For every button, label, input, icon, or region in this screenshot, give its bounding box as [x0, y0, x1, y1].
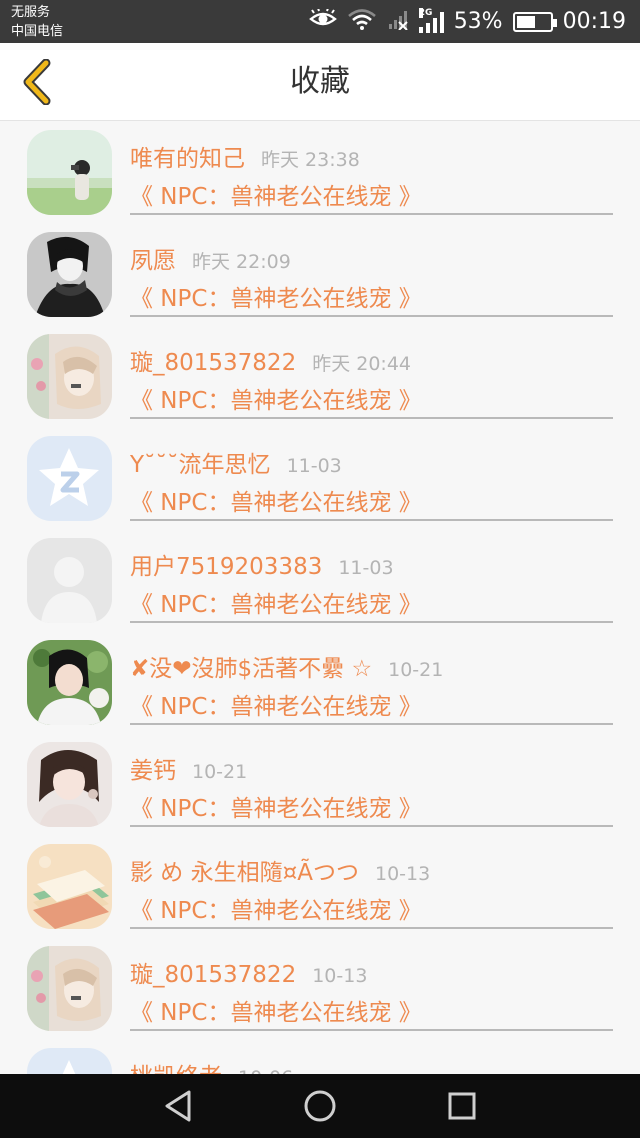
back-button[interactable] — [10, 53, 62, 111]
favorite-meta: 用户7519203383 11-03 — [130, 547, 394, 580]
avatar[interactable] — [27, 538, 112, 623]
avatar[interactable] — [27, 946, 112, 1031]
carrier-name: 中国电信 — [11, 24, 64, 39]
book-title[interactable]: 《 NPC：兽神老公在线宠 》 — [130, 687, 422, 721]
carrier-info: 无服务 中国电信 — [11, 3, 63, 41]
book-title[interactable]: 《 NPC：兽神老公在线宠 》 — [130, 279, 422, 313]
favorites-list: 唯有的知己 昨天 23:38 《 NPC：兽神老公在线宠 》 夙愿 昨天 22:… — [0, 121, 640, 1074]
avatar[interactable] — [27, 742, 112, 827]
user-name[interactable]: 璇_801537822 — [130, 955, 296, 989]
book-title[interactable]: 《 NPC：兽神老公在线宠 》 — [130, 993, 422, 1027]
divider — [130, 825, 613, 827]
favorite-meta: 唯有的知己 昨天 23:38 — [130, 139, 360, 172]
timestamp: 10-06 — [238, 1067, 293, 1074]
timestamp: 10-21 — [192, 761, 248, 783]
book-title[interactable]: 《 NPC：兽神老公在线宠 》 — [130, 177, 422, 211]
avatar[interactable] — [27, 130, 112, 215]
user-name[interactable]: 夙愿 — [130, 241, 176, 275]
timestamp: 11-03 — [286, 455, 342, 477]
favorite-item[interactable]: 唯有的知己 昨天 23:38 《 NPC：兽神老公在线宠 》 — [0, 121, 640, 223]
favorite-meta: 夙愿 昨天 22:09 — [130, 241, 291, 274]
book-title[interactable]: 《 NPC：兽神老公在线宠 》 — [130, 585, 422, 619]
clock: 00:19 — [562, 9, 626, 34]
no-sim-signal-icon — [387, 8, 409, 36]
home-circle-icon — [304, 1090, 336, 1122]
carrier-status: 无服务 — [11, 5, 51, 20]
user-name[interactable]: 用户7519203383 — [130, 547, 322, 581]
timestamp: 昨天 20:44 — [312, 353, 411, 375]
favorite-meta: 姜钙 10-21 — [130, 751, 248, 784]
favorite-meta: 璇_801537822 10-13 — [130, 955, 368, 988]
user-name[interactable]: 桃凯终老 — [130, 1057, 222, 1074]
favorite-item[interactable]: 璇_801537822 10-13 《 NPC：兽神老公在线宠 》 — [0, 937, 640, 1039]
favorite-meta: 影 め 永生相隨¤Ãつつ 10-13 — [130, 853, 431, 886]
divider — [130, 213, 613, 215]
favorite-item[interactable]: 桃凯终老 10-06 — [0, 1039, 640, 1074]
favorite-item[interactable]: 璇_801537822 昨天 20:44 《 NPC：兽神老公在线宠 》 — [0, 325, 640, 427]
avatar[interactable] — [27, 436, 112, 521]
user-name[interactable]: Y˘˘˘流年思忆 — [130, 445, 271, 479]
chevron-left-icon — [23, 59, 51, 105]
system-nav-bar — [0, 1074, 640, 1138]
favorite-item[interactable]: 夙愿 昨天 22:09 《 NPC：兽神老公在线宠 》 — [0, 223, 640, 325]
page-title: 收藏 — [290, 64, 350, 99]
user-name[interactable]: 影 め 永生相隨¤Ãつつ — [130, 853, 359, 887]
favorite-meta: 璇_801537822 昨天 20:44 — [130, 343, 411, 376]
favorite-item[interactable]: 姜钙 10-21 《 NPC：兽神老公在线宠 》 — [0, 733, 640, 835]
timestamp: 昨天 23:38 — [261, 149, 360, 171]
wifi-icon — [347, 8, 377, 36]
book-title[interactable]: 《 NPC：兽神老公在线宠 》 — [130, 789, 422, 823]
favorite-item[interactable]: 用户7519203383 11-03 《 NPC：兽神老公在线宠 》 — [0, 529, 640, 631]
battery-percent: 53% — [453, 9, 503, 34]
divider — [130, 417, 613, 419]
nav-back-button[interactable] — [158, 1086, 198, 1126]
timestamp: 10-13 — [375, 863, 431, 885]
battery-icon — [512, 11, 557, 32]
status-bar: 无服务 中国电信 2G 53% 00:19 — [0, 0, 640, 43]
network-type: 2G — [418, 7, 433, 18]
book-title[interactable]: 《 NPC：兽神老公在线宠 》 — [130, 483, 422, 517]
avatar[interactable] — [27, 232, 112, 317]
book-title[interactable]: 《 NPC：兽神老公在线宠 》 — [130, 381, 422, 415]
back-triangle-icon — [165, 1090, 191, 1122]
favorite-meta: Y˘˘˘流年思忆 11-03 — [130, 445, 342, 478]
nav-recents-button[interactable] — [442, 1086, 482, 1126]
avatar[interactable] — [27, 844, 112, 929]
avatar[interactable] — [27, 1048, 112, 1074]
user-name[interactable]: 姜钙 — [130, 751, 176, 785]
divider — [130, 519, 613, 521]
timestamp: 11-03 — [338, 557, 394, 579]
divider — [130, 927, 613, 929]
status-icons: 2G 53% 00:19 — [308, 0, 626, 43]
user-name[interactable]: 璇_801537822 — [130, 343, 296, 377]
cell-signal-icon: 2G — [418, 7, 444, 33]
timestamp: 10-13 — [312, 965, 368, 987]
favorite-meta: 桃凯终老 10-06 — [130, 1057, 293, 1074]
eye-comfort-icon — [308, 7, 337, 35]
favorite-item[interactable]: 影 め 永生相隨¤Ãつつ 10-13 《 NPC：兽神老公在线宠 》 — [0, 835, 640, 937]
user-name[interactable]: ✘没❤沒肺$活著不纍 ☆ — [130, 649, 372, 683]
divider — [130, 621, 613, 623]
app-header: 收藏 — [0, 43, 640, 121]
timestamp: 10-21 — [388, 659, 444, 681]
favorite-meta: ✘没❤沒肺$活著不纍 ☆ 10-21 — [130, 649, 444, 682]
nav-home-button[interactable] — [300, 1086, 340, 1126]
timestamp: 昨天 22:09 — [192, 251, 291, 273]
favorite-item[interactable]: Y˘˘˘流年思忆 11-03 《 NPC：兽神老公在线宠 》 — [0, 427, 640, 529]
favorite-item[interactable]: ✘没❤沒肺$活著不纍 ☆ 10-21 《 NPC：兽神老公在线宠 》 — [0, 631, 640, 733]
user-name[interactable]: 唯有的知己 — [130, 139, 245, 173]
book-title[interactable]: 《 NPC：兽神老公在线宠 》 — [130, 891, 422, 925]
avatar[interactable] — [27, 640, 112, 725]
divider — [130, 1029, 613, 1031]
divider — [130, 723, 613, 725]
avatar[interactable] — [27, 334, 112, 419]
divider — [130, 315, 613, 317]
recents-square-icon — [448, 1092, 476, 1120]
